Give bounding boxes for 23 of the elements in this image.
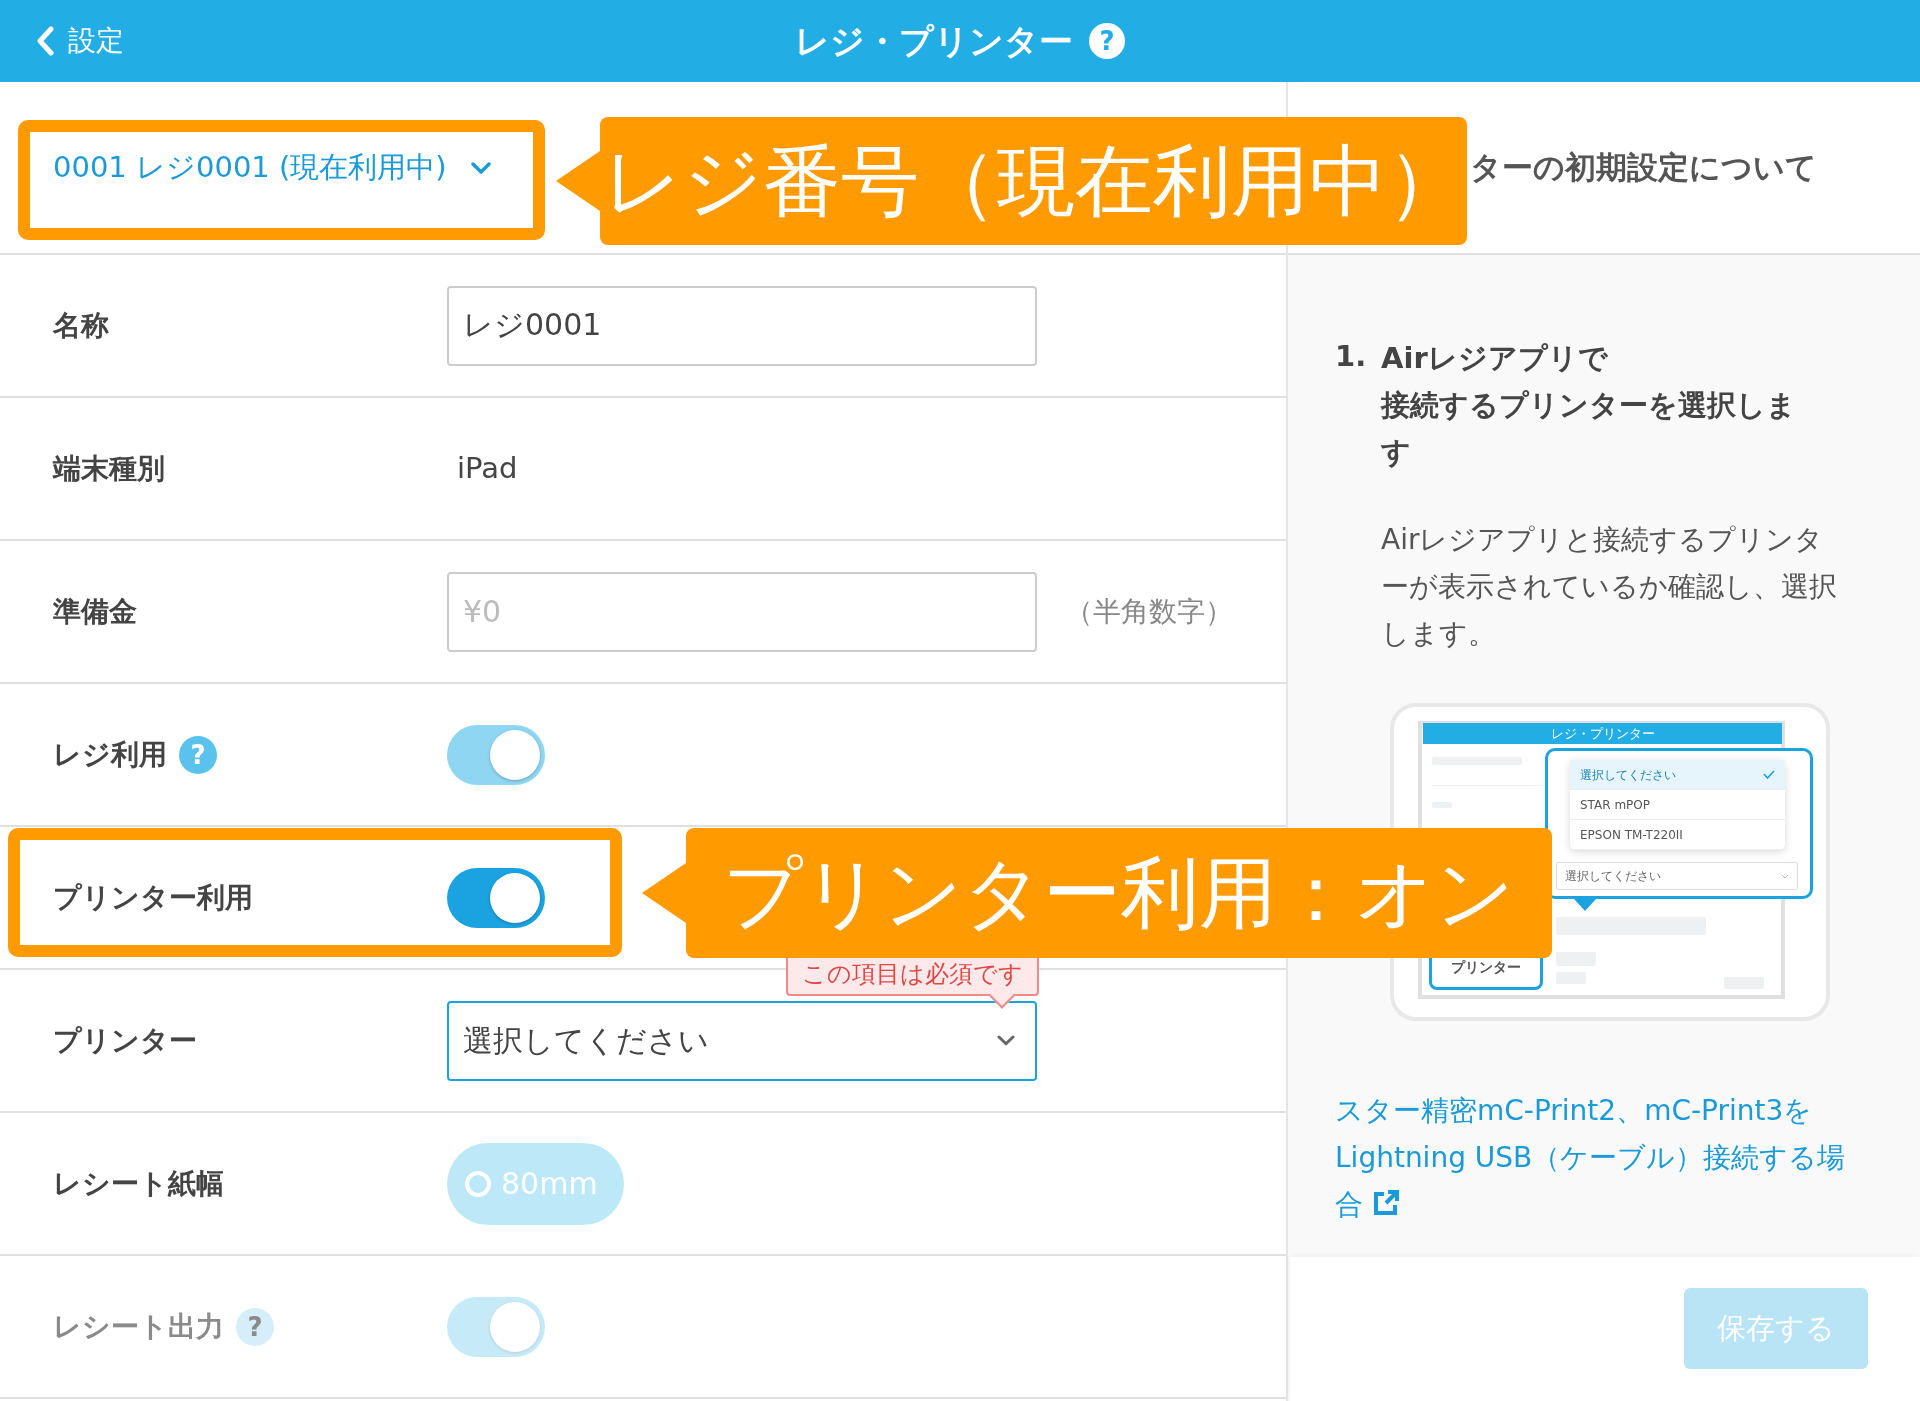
preview-header: レジ・プリンター [1423,723,1782,744]
page-title: レジ・プリンター [795,19,1073,63]
field-label: プリンター利用 [53,879,253,916]
input-field[interactable]: ¥0 [447,571,1037,652]
help-link[interactable]: スター精密mC-Print2、mC-Print3をLightning USB（ケーブル）接続する場合 [1335,1087,1855,1228]
field-label: レシート出力 [53,1308,224,1345]
field-value: iPad [456,449,518,487]
back-link[interactable]: 設定 [36,0,124,82]
field-label: 名称 [53,307,109,344]
dropdown-field[interactable]: 選択してください [447,1000,1037,1081]
field-label: プリンター [53,1022,197,1059]
callout-label: レジ番号（現在利用中） [600,117,1467,245]
help-icon[interactable]: ? [1089,23,1125,59]
field-hint: （半角数字） [1065,593,1233,630]
step-title: Airレジアプリで 接続するプリンターを選択します [1381,340,1797,471]
field-label: レジ利用 [53,736,167,773]
field-label: レシート紙幅 [53,1165,224,1202]
field-label: 準備金 [53,593,137,630]
field-label: 端末種別 [53,450,165,487]
step-number: 1. [1335,338,1368,375]
input-field[interactable]: レジ0001 [447,285,1037,366]
callout-label: プリンター利用：オン [686,828,1552,958]
step-description: Airレジアプリと接続するプリンターが表示されているか確認し、選択します。 [1381,522,1838,652]
